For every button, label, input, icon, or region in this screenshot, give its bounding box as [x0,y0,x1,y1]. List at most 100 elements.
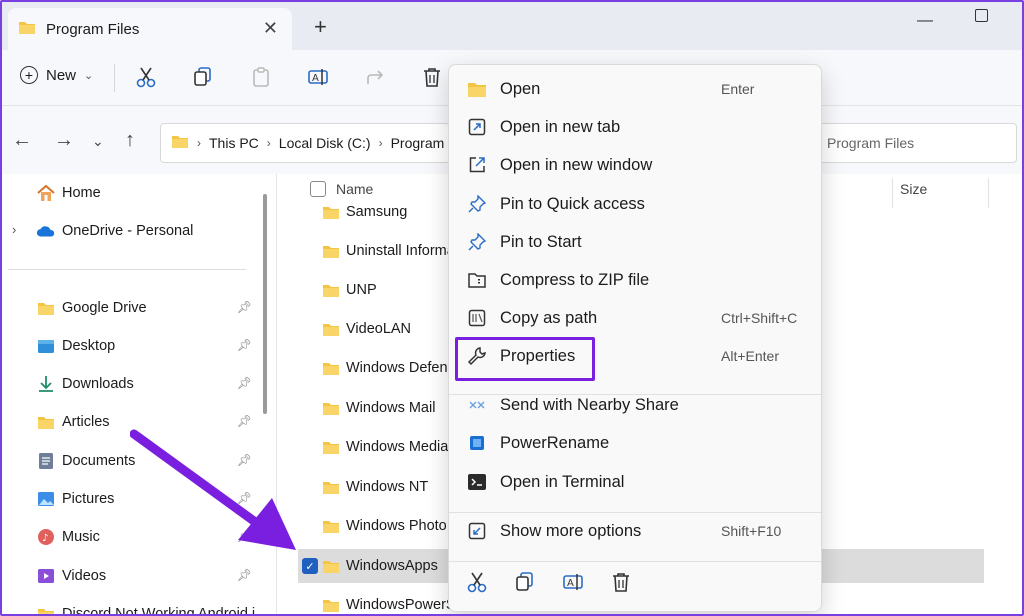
new-window-icon [466,154,488,176]
copy-icon[interactable] [193,66,213,91]
sidebar-item-discord-folder[interactable]: Discord Not Working Android i [12,599,256,616]
menu-item-label: Compress to ZIP file [500,270,650,289]
sidebar-item-label: Videos [62,568,107,584]
menu-item-open-in-new-window[interactable]: Open in new window [449,146,821,184]
menu-item-open-in-new-tab[interactable]: Open in new tab [449,108,821,146]
folder-icon [322,559,340,574]
sidebar-item-videos[interactable]: Videos 📌︎ [12,561,256,591]
search-placeholder: Program Files [827,135,915,151]
nearby-share-icon [466,394,488,416]
powerrename-icon [466,432,488,454]
minimize-button[interactable]: — [917,12,933,30]
menu-item-label: Open [500,79,541,98]
desktop-icon [36,337,56,355]
row-checkbox[interactable]: ✓ [302,558,318,574]
tab-title: Program Files [46,20,140,38]
sidebar-scrollbar[interactable] [263,194,267,414]
paste-icon[interactable] [251,66,271,91]
sidebar-item-onedrive[interactable]: › OneDrive - Personal [12,216,256,246]
folder-icon [322,205,340,220]
copy-icon[interactable] [515,571,535,596]
up-arrow-icon[interactable]: ↑ [125,129,135,152]
file-name: Windows NT [346,479,429,495]
menu-item-shortcut: Alt+Enter [721,348,779,364]
sidebar-item-home[interactable]: Home [12,178,256,208]
menu-item-pin-to-start[interactable]: Pin to Start [449,223,821,261]
forward-arrow-icon[interactable]: → [54,129,74,152]
tab-program-files[interactable]: Program Files ✕ [8,8,292,50]
menu-item-show-more-options[interactable]: Show more options Shift+F10 [449,512,821,550]
breadcrumb-program-files[interactable]: Program [391,135,445,151]
videos-icon [36,567,56,585]
breadcrumb-local-disk[interactable]: Local Disk (C:) [279,135,371,151]
cut-icon[interactable] [136,66,156,91]
folder-open-icon [466,78,488,100]
new-button[interactable]: + New ⌄ [20,66,93,84]
annotation-arrow [130,429,296,550]
share-icon[interactable] [365,66,387,91]
breadcrumb-this-pc[interactable]: This PC [209,135,259,151]
file-explorer-window: Program Files ✕ + — + New ⌄ A ← → ⌄ ↑ › … [0,0,1024,616]
sidebar-item-desktop[interactable]: Desktop 📌︎ [12,331,256,361]
new-tab-button[interactable]: + [314,14,327,40]
menu-divider [449,512,821,513]
file-name: WindowsPowerSh [346,597,464,613]
menu-item-copy-as-path[interactable]: Copy as path Ctrl+Shift+C [449,299,821,337]
context-menu-quick-actions: A [449,561,821,607]
maximize-button[interactable] [975,9,988,22]
folder-icon [322,480,340,495]
sidebar-item-label: Music [62,529,100,545]
menu-item-shortcut: Ctrl+Shift+C [721,310,798,326]
file-name: Windows Media [346,439,449,455]
menu-item-open-in-terminal[interactable]: Open in Terminal [449,463,821,501]
new-tab-icon [466,116,488,138]
column-divider[interactable] [988,178,989,208]
toolbar-divider [114,64,115,92]
chevron-right-icon: › [197,136,201,150]
sidebar-item-label: Articles [62,414,110,430]
sidebar-item-label: Home [62,185,101,201]
cloud-icon [36,222,56,240]
back-arrow-icon[interactable]: ← [12,129,32,152]
delete-icon[interactable] [611,571,631,596]
folder-icon [36,299,56,317]
chevron-right-icon: › [266,136,271,150]
file-name: Windows Defenc [346,360,455,376]
recent-locations-chevron-icon[interactable]: ⌄ [92,133,104,150]
search-input[interactable]: Program Files [802,123,1017,163]
sidebar-item-downloads[interactable]: Downloads 📌︎ [12,369,256,399]
menu-item-pin-to-quick-access[interactable]: Pin to Quick access [449,185,821,223]
menu-item-label: Copy as path [500,308,598,327]
download-icon [36,375,56,393]
sidebar-item-label: Google Drive [62,300,147,316]
address-bar[interactable]: › This PC › Local Disk (C:) › Program [160,123,450,163]
folder-icon [36,413,56,431]
file-name: UNP [346,282,377,298]
sidebar-item-label: Downloads [62,376,134,392]
sidebar-item-label: Discord Not Working Android i [62,606,256,616]
pin-icon: 📌︎ [236,338,252,352]
file-name: VideoLAN [346,321,412,337]
chevron-down-icon: ⌄ [84,69,94,82]
menu-item-label: Open in new tab [500,117,621,136]
delete-icon[interactable] [422,66,442,91]
menu-item-powerrename[interactable]: PowerRename [449,424,821,462]
chevron-right-icon[interactable]: › [12,222,16,237]
pin-icon: 📌︎ [236,300,252,314]
menu-item-open[interactable]: Open Enter [449,70,821,108]
menu-item-label: Pin to Start [500,232,582,251]
folder-icon [322,322,340,337]
close-tab-icon[interactable]: ✕ [263,18,278,39]
properties-highlight-box [455,337,595,381]
file-name: Samsung [346,204,408,220]
rename-icon[interactable]: A [307,66,329,91]
sidebar-item-google-drive[interactable]: Google Drive 📌︎ [12,293,256,323]
rename-icon[interactable]: A [562,571,584,596]
menu-item-compress-to-zip-file[interactable]: Compress to ZIP file [449,261,821,299]
sidebar-item-label: Documents [62,453,136,469]
file-name: Windows Mail [346,400,436,416]
menu-item-label: Open in new window [500,155,653,174]
menu-item-send-with-nearby-share[interactable]: Send with Nearby Share [449,386,821,424]
cut-icon[interactable] [467,571,487,596]
more-options-icon [466,520,488,542]
